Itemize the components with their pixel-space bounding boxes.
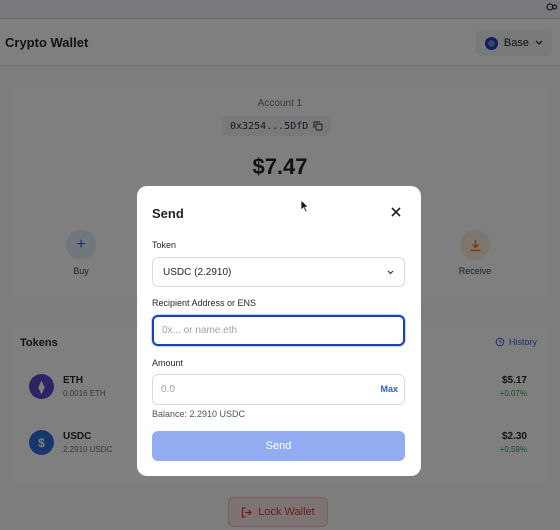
recipient-field-label: Recipient Address or ENS bbox=[152, 298, 257, 308]
amount-input[interactable] bbox=[152, 374, 405, 405]
token-field-label: Token bbox=[152, 240, 177, 250]
recipient-input[interactable] bbox=[152, 315, 405, 346]
token-select[interactable]: USDC (2.2910) bbox=[152, 257, 405, 287]
chevron-down-icon bbox=[387, 270, 394, 274]
amount-field-label: Amount bbox=[152, 358, 184, 368]
send-button[interactable]: Send bbox=[152, 431, 405, 461]
close-icon[interactable] bbox=[390, 206, 402, 218]
balance-hint: Balance: 2.2910 USDC bbox=[152, 409, 246, 419]
max-button[interactable]: Max bbox=[380, 384, 398, 394]
modal-title: Send bbox=[152, 206, 184, 221]
send-modal: Send Token USDC (2.2910) Recipient Addre… bbox=[137, 186, 421, 476]
token-select-value: USDC (2.2910) bbox=[163, 266, 232, 278]
mouse-cursor-icon bbox=[300, 199, 310, 213]
